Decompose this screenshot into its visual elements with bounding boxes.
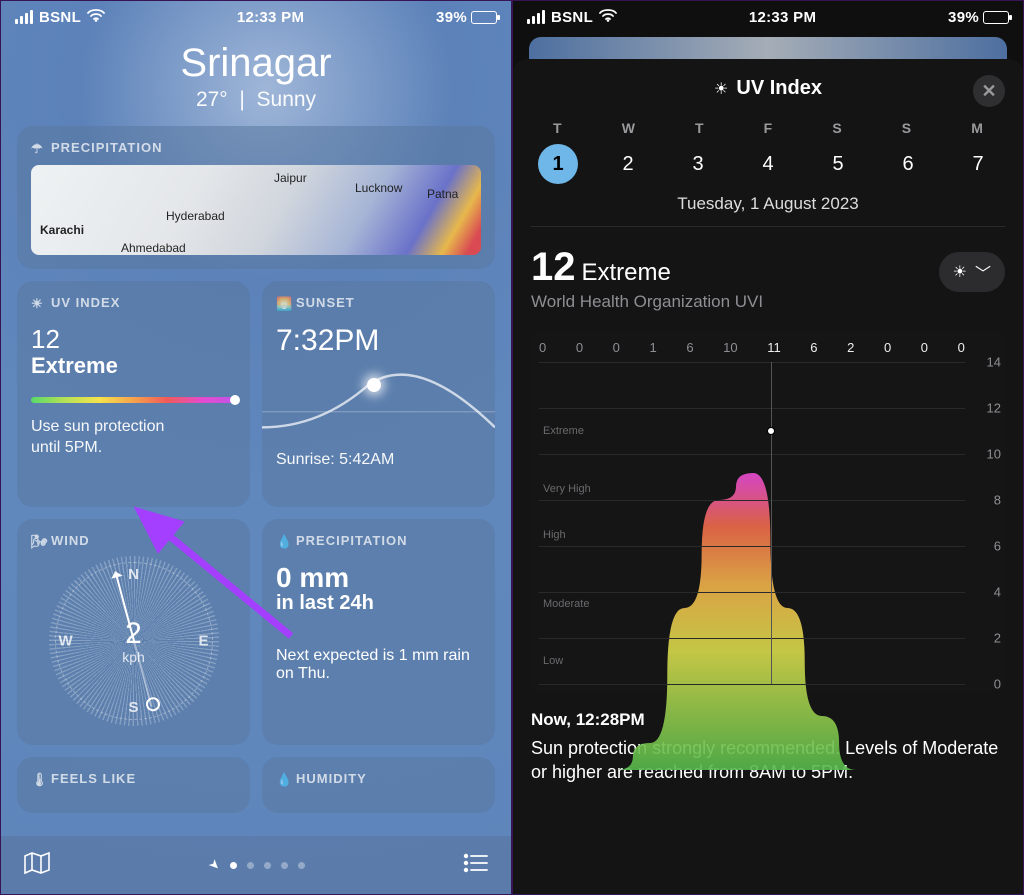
wifi-icon [87,9,105,26]
humidity-card[interactable]: 💧HUMIDITY [262,757,495,813]
feels-like-card[interactable]: 🌡FEELS LIKE [17,757,250,813]
measure-picker[interactable]: ☀ ﹀ [939,252,1005,292]
uv-value-big: 12 [531,245,576,290]
date-7[interactable]: 7 [958,144,998,184]
sunset-time: 7:32PM [276,324,481,358]
thermometer-icon: 🌡 [31,772,45,786]
sun-icon: ☀︎ [714,79,728,99]
weather-app-screen: BSNL 12:33 PM 39% Srinagar 27° | Sunny ☂… [0,0,512,895]
precipitation-map-card[interactable]: ☂ PRECIPITATION Jaipur Lucknow Patna Hyd… [17,126,495,269]
bottom-toolbar: ➤ [1,836,511,894]
umbrella-icon: ☂ [31,141,45,155]
uv-detail-screen: BSNL 12:33 PM 39% ☀︎ UV Index ✕ TWTFSSM … [512,0,1024,895]
date-5[interactable]: 5 [818,144,858,184]
background-peek [529,37,1007,59]
precip-value: 0 mm [276,562,481,594]
list-icon[interactable] [463,853,489,878]
uv-detail-sheet[interactable]: ☀︎ UV Index ✕ TWTFSSM 1234567 Tuesday, 1… [513,59,1023,894]
sun-position-dot [367,378,381,392]
chevron-down-icon: ﹀ [975,260,991,284]
status-time: 12:33 PM [237,9,304,26]
date-1[interactable]: 1 [538,144,578,184]
date-3[interactable]: 3 [678,144,718,184]
uv-level: Extreme [31,353,236,379]
carrier-label: BSNL [39,9,81,26]
wind-speed: 2 [125,617,142,651]
uv-value: 12 [31,324,236,355]
signal-icon [527,10,545,24]
signal-icon [15,10,33,24]
uv-grid: 02468101214LowModerateHighVery HighExtre… [539,362,965,684]
sunset-card[interactable]: 🌅SUNSET 7:32PM Sunrise: 5:42AM [262,281,495,507]
weather-content[interactable]: Srinagar 27° | Sunny ☂ PRECIPITATION Jai… [1,1,511,894]
sun-icon: ☀ [953,262,967,282]
wind-unit: kph [122,649,145,665]
sunrise-label: Sunrise: 5:42AM [276,450,481,471]
date-2[interactable]: 2 [608,144,648,184]
current-location-icon[interactable]: ➤ [205,855,224,874]
uv-hourly-chart[interactable]: 00016101162000 [531,332,1005,692]
sheet-title: UV Index [736,77,822,100]
map-icon[interactable] [23,851,51,880]
humidity-icon: 💧 [276,772,290,786]
precipitation-card[interactable]: 💧PRECIPITATION 0 mm in last 24h Next exp… [262,519,495,745]
status-bar: BSNL 12:33 PM 39% [513,1,1023,33]
uv-subtitle: World Health Organization UVI [531,292,1005,312]
location-name: Srinagar [1,41,511,86]
uv-index-card[interactable]: ☀UV INDEX 12 Extreme Use sun protectionu… [17,281,250,507]
temp-condition: 27° | Sunny [1,88,511,112]
date-4[interactable]: 4 [748,144,788,184]
uv-level-big: Extreme [582,259,671,287]
page-indicator[interactable]: ➤ [209,857,305,873]
status-bar: BSNL 12:33 PM 39% [1,1,511,33]
sunset-icon: 🌅 [276,296,290,310]
date-6[interactable]: 6 [888,144,928,184]
uv-hour-labels: 00016101162000 [531,332,1005,363]
full-date-label: Tuesday, 1 August 2023 [531,194,1005,227]
battery-icon [983,11,1009,24]
wind-compass: NS WE 2 kph [49,556,219,726]
battery-icon [471,11,497,24]
status-time: 12:33 PM [749,9,816,26]
droplet-icon: 💧 [276,534,290,548]
wind-card[interactable]: 🌬WIND NS WE 2 kph [17,519,250,745]
sun-icon: ☀ [31,296,45,310]
uv-note: Use sun protectionuntil 5PM. [31,417,236,459]
wifi-icon [599,9,617,26]
precip-note: Next expected is 1 mm rain on Thu. [276,647,481,683]
sunset-curve [262,372,495,440]
wind-icon: 🌬 [31,534,45,548]
card-header: ☂ PRECIPITATION [31,140,481,155]
precipitation-map[interactable]: Jaipur Lucknow Patna Hyderabad Karachi A… [31,165,481,255]
now-indicator [771,362,772,684]
date-row[interactable]: 1234567 [513,140,1023,194]
uv-gradient-bar [31,397,236,403]
weekday-row: TWTFSSM [513,114,1023,140]
close-button[interactable]: ✕ [973,75,1005,107]
uv-area-path [547,392,925,770]
precip-sub: in last 24h [276,592,481,615]
battery-pct: 39% [436,9,467,26]
